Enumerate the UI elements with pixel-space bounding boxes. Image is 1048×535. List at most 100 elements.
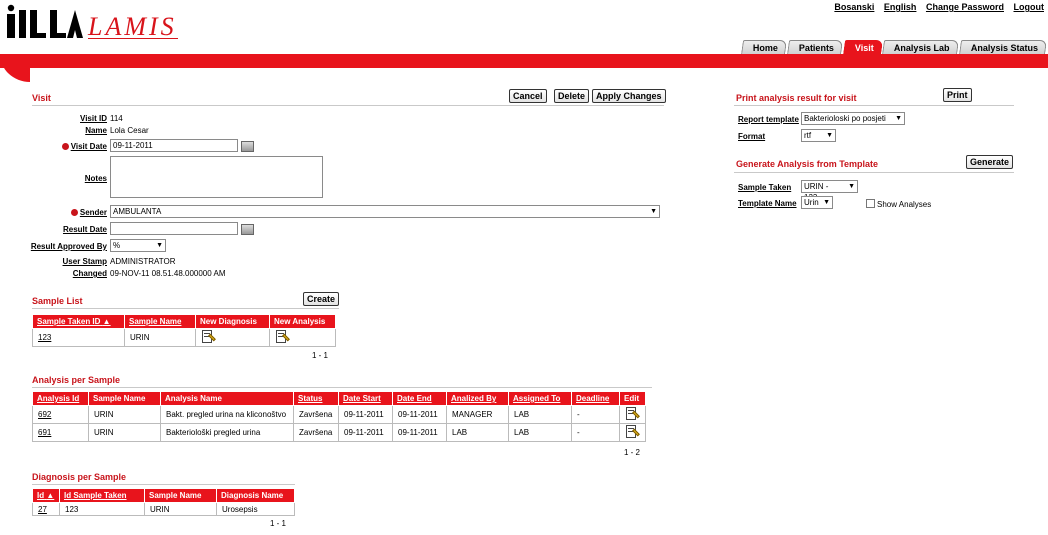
generate-title: Generate Analysis from Template <box>736 159 879 169</box>
analized-by-cell: MANAGER <box>446 405 509 424</box>
col-analysis-name: Analysis Name <box>160 391 294 406</box>
changed-value: 09-NOV-11 08.51.48.000000 AM <box>110 269 226 278</box>
diagnosis-table: Id ▲ Id Sample Taken Sample Name Diagnos… <box>32 488 295 516</box>
name-value: Lola Cesar <box>110 126 149 135</box>
col-deadline[interactable]: Deadline <box>571 391 620 406</box>
diagnosis-id-link[interactable]: 27 <box>38 505 47 514</box>
col-analized-by[interactable]: Analized By <box>446 391 509 406</box>
notes-label: Notes <box>84 174 107 183</box>
link-change-password[interactable]: Change Password <box>926 2 1004 12</box>
generate-button[interactable]: Generate <box>966 155 1014 169</box>
analysis-table: Analysis Id Sample Name Analysis Name St… <box>32 391 646 442</box>
diagnosis-rule <box>32 484 295 485</box>
status-cell: Završena <box>293 405 339 424</box>
assigned-to-cell: LAB <box>508 423 572 442</box>
analysis-title: Analysis per Sample <box>32 375 121 385</box>
tab-patients[interactable]: Patients <box>786 40 843 55</box>
sort-up-icon: ▲ <box>102 317 111 326</box>
link-logout[interactable]: Logout <box>1014 2 1045 12</box>
link-bosanski[interactable]: Bosanski <box>834 2 874 12</box>
table-row: 692 URIN Bakt. pregled urina na kliconoš… <box>32 405 646 424</box>
sample-id-link[interactable]: 123 <box>38 333 51 342</box>
sample-list-rule <box>32 308 339 309</box>
table-row: 27 123 URIN Urosepsis <box>32 502 295 516</box>
sample-taken-select[interactable]: URIN - 123▼ <box>801 180 858 202</box>
visit-id-value: 114 <box>110 114 123 123</box>
col-sample-name: Sample Name <box>88 391 161 406</box>
tab-home[interactable]: Home <box>740 40 787 55</box>
assigned-to-cell: LAB <box>508 405 572 424</box>
print-button[interactable]: Print <box>943 88 972 102</box>
analysis-id-link[interactable]: 691 <box>38 428 51 437</box>
chevron-down-icon: ▼ <box>895 115 902 122</box>
col-id-sample-taken[interactable]: Id Sample Taken <box>59 488 145 503</box>
delete-button[interactable]: Delete <box>554 89 590 103</box>
report-template-select[interactable]: Bakterioloski po posjeti ▼ <box>801 112 905 125</box>
name-label: Name <box>85 126 107 135</box>
col-date-start[interactable]: Date Start <box>338 391 393 406</box>
table-row: 123 URIN <box>32 328 336 347</box>
tab-analysis-status[interactable]: Analysis Status <box>958 40 1048 55</box>
result-date-input[interactable] <box>110 222 238 235</box>
col-edit: Edit <box>619 391 646 406</box>
required-icon <box>70 209 78 216</box>
header-bar-curve <box>0 54 30 82</box>
required-icon <box>61 143 69 150</box>
deadline-cell: - <box>571 423 620 442</box>
template-name-select[interactable]: Urin ▼ <box>801 196 833 209</box>
milla-logo <box>7 4 83 38</box>
date-end-cell: 09-11-2011 <box>392 405 447 424</box>
visit-date-input[interactable]: 09-11-2011 <box>110 139 238 152</box>
result-approved-by-select[interactable]: % ▼ <box>110 239 166 252</box>
date-start-cell: 09-11-2011 <box>338 405 393 424</box>
sample-cell: URIN <box>144 502 217 516</box>
diagnosis-cell: Urosepsis <box>216 502 295 516</box>
apply-changes-button[interactable]: Apply Changes <box>592 89 666 103</box>
col-sample-name: Sample Name <box>144 488 217 503</box>
calendar-icon[interactable] <box>241 141 254 152</box>
cancel-button[interactable]: Cancel <box>509 89 547 103</box>
logo-underline <box>88 38 178 39</box>
user-stamp-label: User Stamp <box>62 257 107 266</box>
result-date-label: Result Date <box>62 225 107 234</box>
tab-analysis-lab[interactable]: Analysis Lab <box>882 40 960 55</box>
calendar-icon[interactable] <box>241 224 254 235</box>
edit-icon[interactable] <box>625 424 640 439</box>
format-select[interactable]: rtf ▼ <box>801 129 836 142</box>
sample-cell: URIN <box>88 423 161 442</box>
col-new-analysis: New Analysis <box>269 314 336 329</box>
analysis-name-cell: Bakt. pregled urina na kliconoštvo <box>160 405 294 424</box>
diagnosis-title: Diagnosis per Sample <box>32 472 127 482</box>
table-row: 691 URIN Bakteriološki pregled urina Zav… <box>32 423 646 442</box>
template-name-label: Template Name <box>738 199 797 208</box>
chevron-down-icon: ▼ <box>156 242 163 249</box>
sample-cell: URIN <box>88 405 161 424</box>
edit-icon[interactable] <box>625 406 640 421</box>
col-date-end[interactable]: Date End <box>392 391 447 406</box>
col-sample-taken-id[interactable]: Sample Taken ID ▲ <box>32 314 125 329</box>
col-status[interactable]: Status <box>293 391 339 406</box>
col-assigned-to[interactable]: Assigned To <box>508 391 572 406</box>
visit-rule <box>32 105 664 106</box>
header-bar <box>0 54 1048 68</box>
new-analysis-icon[interactable] <box>275 329 290 344</box>
notes-textarea[interactable] <box>110 156 323 198</box>
sample-list-table: Sample Taken ID ▲ Sample Name New Diagno… <box>32 314 336 347</box>
sort-up-icon: ▲ <box>46 491 55 500</box>
col-id[interactable]: Id ▲ <box>32 488 60 503</box>
col-analysis-id[interactable]: Analysis Id <box>32 391 89 406</box>
sample-taken-label: Sample Taken <box>738 183 792 192</box>
generate-rule <box>734 172 1014 173</box>
result-approved-by-label: Result Approved By <box>30 242 107 251</box>
analysis-id-link[interactable]: 692 <box>38 410 51 419</box>
create-button[interactable]: Create <box>303 292 340 306</box>
link-english[interactable]: English <box>884 2 917 12</box>
tab-visit[interactable]: Visit <box>842 40 883 55</box>
deadline-cell: - <box>571 405 620 424</box>
new-diagnosis-icon[interactable] <box>201 329 216 344</box>
show-analyses-checkbox[interactable] <box>866 199 875 208</box>
diagnosis-pager: 1 - 1 <box>270 519 287 528</box>
col-sample-name[interactable]: Sample Name <box>124 314 196 329</box>
analized-by-cell: LAB <box>446 423 509 442</box>
sender-select[interactable]: AMBULANTA ▼ <box>110 205 660 218</box>
